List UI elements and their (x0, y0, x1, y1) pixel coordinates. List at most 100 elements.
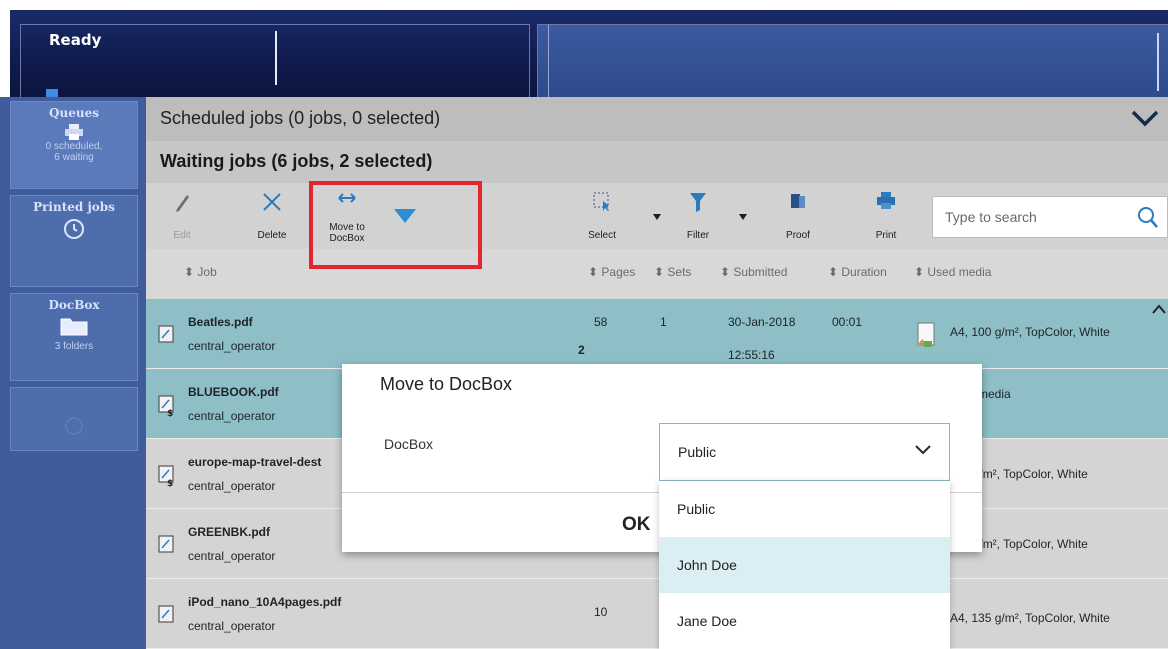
pdf-file-charge-icon: $ (158, 465, 174, 487)
message-divider (548, 25, 549, 99)
job-owner: central_operator (188, 479, 276, 493)
nav-printed-jobs[interactable]: Printed jobs (10, 195, 138, 287)
column-used-media[interactable]: ⬍ Used media (914, 265, 991, 279)
pdf-file-charge-icon: $ (158, 395, 174, 417)
dialog-title: Move to DocBox (380, 374, 513, 394)
select-label: Select (588, 230, 616, 241)
filter-label: Filter (686, 230, 710, 241)
delete-label: Delete (257, 230, 287, 241)
column-header: ⬍ Job ⬍ Pages ⬍ Sets ⬍ Submitted ⬍ Durat… (146, 249, 1168, 299)
job-name: europe-map-travel-dest (188, 455, 322, 469)
docbox-select[interactable]: Public (659, 423, 950, 481)
option-label: Public (677, 501, 716, 517)
print-label: Print (875, 230, 897, 241)
delete-button[interactable]: Delete (250, 191, 294, 245)
scan-icon (65, 417, 83, 435)
chevron-up-icon[interactable] (1152, 303, 1166, 315)
status-bar: Ready (0, 0, 1168, 99)
option-jane-doe[interactable]: Jane Doe (659, 593, 950, 649)
docbox-options-list: Public John Doe Jane Doe (659, 481, 950, 649)
nav-docbox-label: DocBox (48, 298, 100, 312)
print-icon (877, 192, 895, 209)
left-navigation: Queues 0 scheduled, 6 waiting Printed jo… (0, 97, 146, 649)
edit-label: Edit (173, 230, 191, 241)
nav-docbox-folders: 3 folders (54, 341, 94, 352)
ok-button[interactable]: OK (622, 514, 651, 536)
svg-text:$: $ (167, 409, 173, 417)
column-submitted[interactable]: ⬍ Submitted (720, 265, 787, 279)
job-owner: central_operator (188, 549, 276, 563)
search-input[interactable] (945, 206, 1125, 228)
highlight-annotation (309, 181, 482, 269)
pencil-icon (176, 195, 189, 212)
nav-queues-label: Queues (49, 106, 99, 120)
job-submitted-time: 12:55:16 (728, 348, 775, 362)
select-icon (593, 192, 609, 211)
status-bar-background: Ready (10, 10, 1168, 99)
history-icon (64, 219, 84, 239)
status-panel: Ready (20, 24, 530, 99)
option-label: John Doe (677, 557, 737, 573)
select-caret-icon[interactable] (652, 213, 662, 221)
proof-label: Proof (786, 230, 810, 241)
proof-icon (791, 194, 805, 208)
job-name: Beatles.pdf (188, 315, 253, 329)
docbox-select-value: Public (678, 444, 717, 460)
column-job[interactable]: ⬍ Job (184, 265, 217, 279)
app-window: { "status": { "text": "Ready" }, "nav": … (0, 0, 1168, 649)
table-row[interactable]: iPod_nano_10A4pages.pdf central_operator… (146, 579, 1168, 649)
scheduled-jobs-title: Scheduled jobs (0 jobs, 0 selected) (160, 108, 441, 128)
edit-button[interactable]: Edit (162, 191, 202, 245)
search-icon[interactable] (1137, 206, 1159, 230)
nav-queues[interactable]: Queues 0 scheduled, 6 waiting (10, 101, 138, 189)
nav-queues-waiting: 6 waiting (54, 152, 94, 163)
docbox-field-label: DocBox (384, 436, 434, 452)
filter-button[interactable]: Filter (678, 191, 718, 245)
chevron-down-icon (915, 445, 931, 455)
pdf-file-icon (158, 325, 174, 343)
job-owner: central_operator (188, 619, 276, 633)
table-row[interactable]: Beatles.pdf central_operator 58 1 30-Jan… (146, 299, 1168, 369)
chevron-down-icon[interactable] (1130, 105, 1160, 131)
pdf-file-icon (158, 605, 174, 623)
status-divider (275, 31, 277, 85)
nav-docbox[interactable]: DocBox 3 folders (10, 293, 138, 381)
scheduled-jobs-header[interactable]: Scheduled jobs (0 jobs, 0 selected) (146, 97, 1168, 141)
print-button[interactable]: Print (866, 191, 906, 245)
search-box (932, 196, 1168, 238)
nav-queues-scheduled: 0 scheduled, (45, 141, 103, 152)
nav-disabled (10, 387, 138, 451)
job-media: A4, 100 g/m², TopColor, White (950, 325, 1110, 339)
job-duration: 00:01 (832, 315, 863, 329)
status-text: Ready (49, 31, 102, 49)
filter-icon (690, 193, 706, 212)
option-public[interactable]: Public (659, 481, 950, 537)
column-sets[interactable]: ⬍ Sets (654, 265, 691, 279)
job-owner: central_operator (188, 339, 276, 353)
option-label: Jane Doe (677, 613, 737, 629)
nav-printed-jobs-label: Printed jobs (33, 200, 115, 214)
filter-caret-icon[interactable] (738, 213, 748, 221)
waiting-jobs-title: Waiting jobs (6 jobs, 2 selected) (160, 151, 433, 171)
job-pages: 58 (594, 315, 608, 329)
job-name: iPod_nano_10A4pages.pdf (188, 595, 342, 609)
printer-icon (65, 124, 83, 140)
job-name: BLUEBOOK.pdf (188, 385, 279, 399)
option-john-doe[interactable]: John Doe (659, 537, 950, 593)
job-sets: 1 (660, 315, 667, 329)
message-divider-right (1157, 33, 1159, 91)
pdf-file-icon (158, 535, 174, 553)
waiting-jobs-header[interactable]: Waiting jobs (6 jobs, 2 selected) (146, 141, 1168, 183)
column-pages[interactable]: ⬍ Pages (588, 265, 635, 279)
folder-icon (60, 318, 88, 336)
job-toolbar: Edit Delete Move to DocBox Select Filter… (146, 183, 1168, 249)
job-marker: 2 (578, 343, 585, 357)
close-icon (263, 193, 281, 211)
proof-button[interactable]: Proof (778, 191, 818, 245)
job-media: A4, 135 g/m², TopColor, White (950, 611, 1110, 625)
media-icon (916, 322, 935, 347)
select-button[interactable]: Select (582, 191, 622, 245)
job-pages: 10 (594, 605, 608, 619)
column-duration[interactable]: ⬍ Duration (828, 265, 887, 279)
message-panel (537, 24, 1168, 99)
